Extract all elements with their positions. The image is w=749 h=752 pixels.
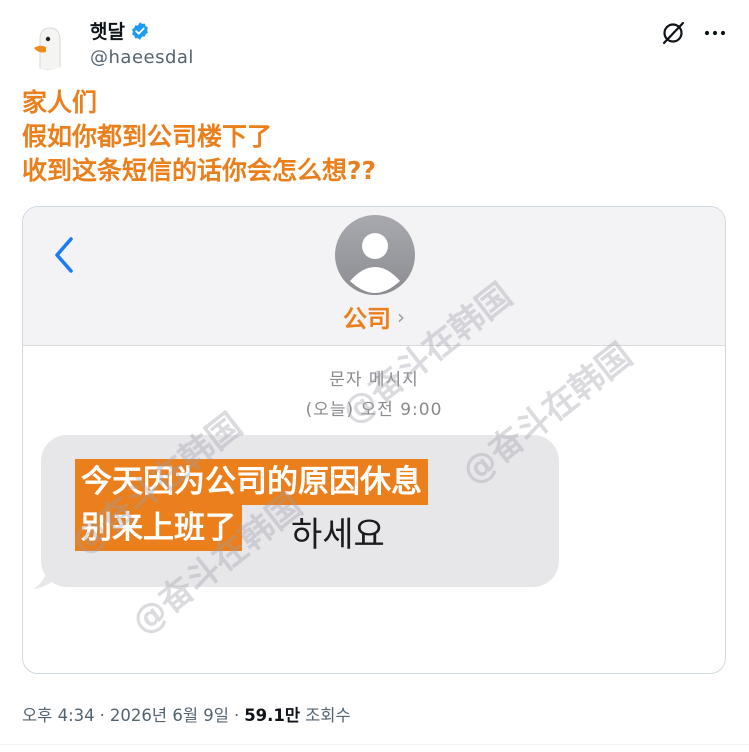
views-label: 조회수 <box>305 706 351 725</box>
contact-name[interactable]: 公司 <box>343 299 391 334</box>
chevron-right-icon: › <box>397 304 405 329</box>
verified-badge-icon <box>132 21 148 40</box>
more-icon[interactable] <box>702 20 728 46</box>
meta-separator: · <box>99 706 105 725</box>
author-name-row: 햇달 <box>90 17 150 44</box>
views-count: 59.1만 <box>244 706 301 725</box>
tweet-text-line: 家人们 <box>22 88 98 117</box>
contact-avatar[interactable] <box>335 215 415 295</box>
divider <box>0 744 749 745</box>
tweet-time[interactable]: 오후 4:34 <box>22 702 95 726</box>
back-icon[interactable] <box>51 235 77 275</box>
goose-avatar-icon <box>34 27 61 70</box>
tweet-meta: 오후 4:34 · 2026년 6월 9일 · 59.1만 조회수 <box>22 702 351 726</box>
tweet-text-line: 收到这条短信的话你会怎么想?? <box>22 156 377 185</box>
meta-separator: · <box>233 706 240 725</box>
grok-icon[interactable] <box>660 20 686 46</box>
contact-row: 公司 › <box>23 299 725 334</box>
tweet-date[interactable]: 2026년 6월 9일 <box>110 702 229 726</box>
tweet-text-line: 假如你都到公司楼下了 <box>22 122 273 151</box>
tweet-text: 家人们 假如你都到公司楼下了 收到这条短信的话你会怎么想?? <box>22 86 376 188</box>
author-avatar[interactable] <box>22 18 74 70</box>
contact-person-icon <box>350 233 400 293</box>
sms-header: 公司 › <box>23 207 725 346</box>
author-display-name[interactable]: 햇달 <box>90 17 125 44</box>
author-handle[interactable]: @haeesdal <box>90 47 194 68</box>
tweet-media-image[interactable]: 公司 › 문자 메시지 (오늘) 오전 9:00 하세요 今天因为公司的原因休息… <box>22 206 726 674</box>
